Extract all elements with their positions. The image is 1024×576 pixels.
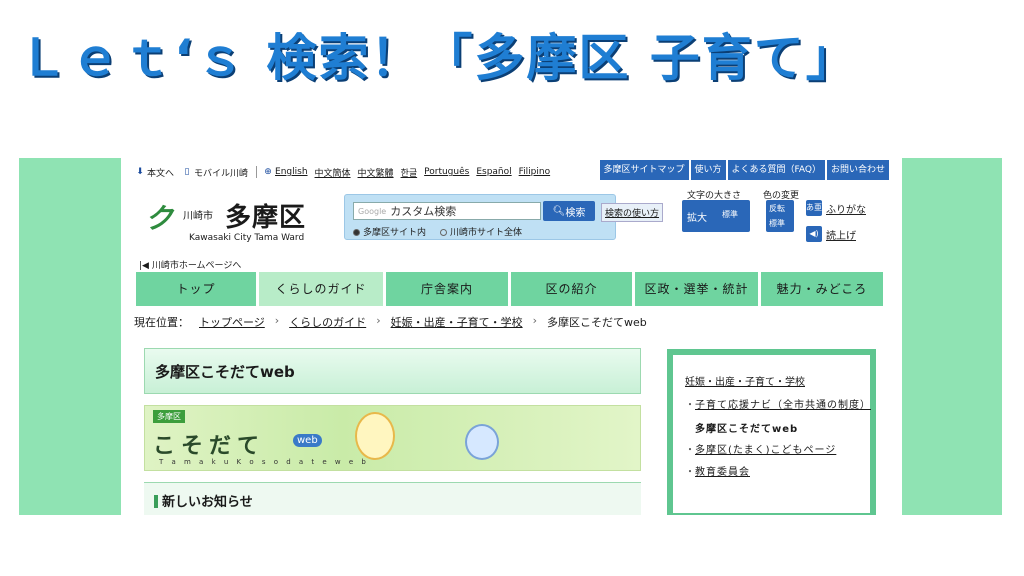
breadcrumb-label: 現在位置： — [134, 316, 189, 329]
search-howto-link[interactable]: 検索の使い方 — [601, 203, 664, 222]
nav-administration[interactable]: 区政・選挙・統計 — [635, 272, 758, 306]
banner-web-badge: web — [293, 434, 322, 447]
bullet-icon: ・ — [685, 445, 695, 456]
divider — [256, 166, 258, 178]
speaker-icon: ◀) — [806, 226, 822, 242]
side-menu-current: 多摩区こそだてweb — [695, 424, 799, 435]
side-menu-item[interactable]: ・ 教育委員会 — [685, 465, 870, 480]
chevron-right-icon: › — [532, 314, 537, 327]
lang-korean[interactable]: 한글 — [401, 166, 418, 179]
news-heading: 新しいお知らせ — [144, 482, 641, 515]
lang-spanish[interactable]: Español — [476, 167, 511, 177]
lang-chinese-simplified[interactable]: 中文簡体 — [315, 166, 351, 179]
nav-attractions[interactable]: 魅力・みどころ — [761, 272, 883, 306]
radio-selected-icon — [353, 229, 360, 236]
lang-portuguese[interactable]: Português — [424, 167, 469, 177]
scope-ward-radio[interactable]: 多摩区サイト内 — [353, 225, 426, 238]
accessibility-tools: 文字の大きさ 色の変更 拡大 標準 反転 標準 あ亜 ふりがな ◀) 読上げ — [682, 188, 892, 248]
side-menu-inner: 妊娠・出産・子育て・学校 ・ 子育て応援ナビ（全市共通の制度） 多摩区こそだてw… — [673, 355, 870, 513]
home-arrow-icon: |◀ — [139, 261, 152, 271]
nav-top[interactable]: トップ — [136, 272, 256, 306]
globe-icon: ⊕ — [264, 167, 272, 177]
side-menu-item[interactable]: ・ 多摩区(たまく)こどもページ — [685, 443, 870, 458]
kosodate-banner: 多摩区 こそだて web T a m a k u K o s o d a t e… — [144, 405, 641, 471]
slide-title: Ｌｅｔ‘ｓ 検索！「多摩区 子育て」 — [18, 29, 858, 87]
logo-city: 川崎市 — [183, 211, 213, 222]
search-button[interactable]: 🔍︎ 検索 — [543, 201, 595, 221]
bullet-icon: ・ — [685, 400, 695, 411]
usage-link[interactable]: 使い方 — [690, 160, 726, 180]
chevron-right-icon: › — [376, 314, 381, 327]
invert-color-button[interactable]: 反転 — [769, 203, 785, 214]
contact-link[interactable]: お問い合わせ — [826, 160, 889, 180]
search-panel: Google カスタム検索 🔍︎ 検索 多摩区サイト内 川崎市サイト全体 — [344, 194, 616, 240]
heading-bar-icon — [154, 495, 158, 508]
screenshot-frame: ⬇ 本文へ ▯ モバイル川崎 ⊕ English 中文簡体 中文繁體 한글 Po… — [19, 158, 1002, 515]
page-title: 多摩区こそだてweb — [144, 348, 641, 394]
breadcrumb-life-guide[interactable]: くらしのガイド — [289, 314, 366, 330]
bullet-icon: ・ — [685, 467, 695, 478]
side-menu-heading[interactable]: 妊娠・出産・子育て・学校 — [685, 373, 870, 388]
lang-chinese-traditional[interactable]: 中文繁體 — [358, 166, 394, 179]
scope-city-radio[interactable]: 川崎市サイト全体 — [440, 225, 522, 238]
search-scope: 多摩区サイト内 川崎市サイト全体 — [353, 225, 536, 238]
side-menu-item[interactable]: ・ 子育て応援ナビ（全市共通の制度） — [685, 398, 870, 413]
enlarge-button[interactable]: 拡大 — [687, 209, 707, 224]
lang-filipino[interactable]: Filipino — [519, 167, 550, 177]
ward-logo-mark: ク — [145, 202, 173, 235]
breadcrumb-home[interactable]: トップページ — [199, 314, 265, 330]
text-size-buttons: 拡大 標準 — [682, 200, 750, 232]
banner-ward-tag: 多摩区 — [153, 410, 185, 423]
banner-romaji: T a m a k u K o s o d a t e w e b — [159, 458, 369, 466]
nav-office-info[interactable]: 庁舎案内 — [386, 272, 508, 306]
standard-color-button[interactable]: 標準 — [769, 218, 785, 229]
furigana-link[interactable]: あ亜 ふりがな — [806, 200, 866, 216]
top-nav: 多摩区サイトマップ 使い方 よくある質問（FAQ） お問い合わせ — [598, 160, 889, 180]
breadcrumb-childcare[interactable]: 妊娠・出産・子育て・学校 — [391, 314, 523, 330]
standard-size-button[interactable]: 標準 — [722, 209, 738, 220]
sitemap-link[interactable]: 多摩区サイトマップ — [599, 160, 689, 180]
site-logo[interactable]: ク 川崎市 多摩区 Kawasaki City Tama Ward — [145, 195, 315, 245]
global-nav: トップ くらしのガイド 庁舎案内 区の紹介 区政・選挙・統計 魅力・みどころ — [136, 272, 886, 306]
furigana-icon: あ亜 — [806, 200, 822, 216]
search-input[interactable]: Google カスタム検索 — [353, 202, 541, 220]
nav-ward-intro[interactable]: 区の紹介 — [511, 272, 632, 306]
radio-icon — [440, 229, 448, 236]
text-only-link[interactable]: ⬇ 本文へ — [135, 166, 174, 179]
mascot-character-illustration — [355, 412, 395, 460]
download-arrow-icon: ⬇ — [136, 167, 144, 177]
breadcrumb-current: 多摩区こそだてweb — [547, 316, 647, 329]
city-home-link[interactable]: |◀ 川崎市ホームページへ — [139, 258, 241, 271]
color-buttons: 反転 標準 — [766, 200, 794, 232]
child-character-illustration — [465, 424, 499, 460]
nav-life-guide[interactable]: くらしのガイド — [259, 272, 383, 306]
logo-english: Kawasaki City Tama Ward — [189, 233, 305, 243]
utility-bar: ⬇ 本文へ ▯ モバイル川崎 ⊕ English 中文簡体 中文繁體 한글 Po… — [135, 163, 557, 181]
faq-link[interactable]: よくある質問（FAQ） — [727, 160, 825, 180]
side-menu: 妊娠・出産・子育て・学校 ・ 子育て応援ナビ（全市共通の制度） 多摩区こそだてw… — [667, 349, 876, 515]
breadcrumb: 現在位置： トップページ › くらしのガイド › 妊娠・出産・子育て・学校 › … — [134, 314, 657, 330]
webpage: ⬇ 本文へ ▯ モバイル川崎 ⊕ English 中文簡体 中文繁體 한글 Po… — [121, 158, 902, 515]
chevron-right-icon: › — [274, 314, 280, 327]
read-aloud-link[interactable]: ◀) 読上げ — [806, 226, 856, 242]
logo-ward: 多摩区 — [225, 203, 307, 233]
banner-logo-text: こそだて — [153, 434, 266, 459]
lang-english[interactable]: English — [275, 167, 308, 177]
google-mark: Google — [358, 206, 387, 216]
search-placeholder: カスタム検索 — [390, 205, 457, 218]
mobile-link[interactable]: ▯ モバイル川崎 — [182, 166, 249, 179]
search-icon: 🔍︎ — [552, 205, 566, 217]
mobile-phone-icon: ▯ — [184, 167, 190, 177]
